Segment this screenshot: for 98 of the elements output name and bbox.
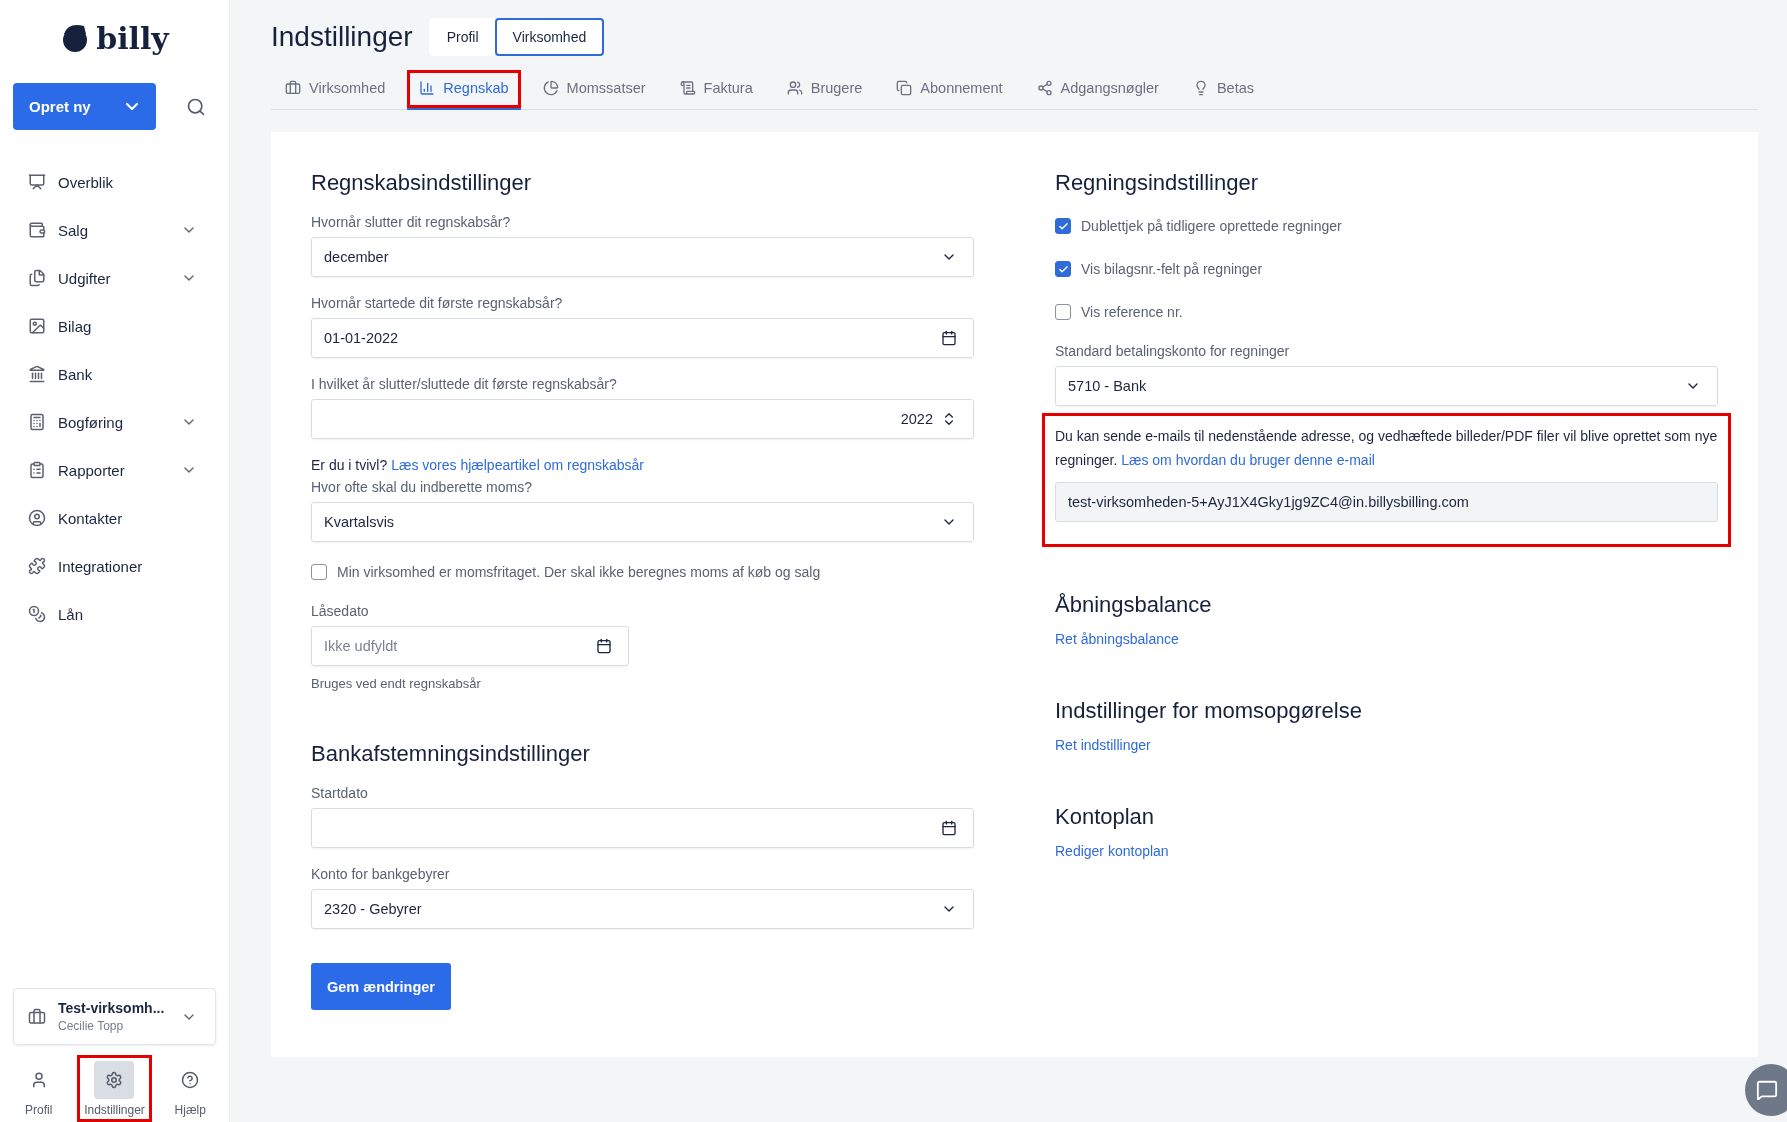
create-new-button[interactable]: Opret ny (13, 83, 156, 130)
nav-item[interactable]: Integrationer (0, 542, 229, 590)
select-field[interactable]: Kvartalsvis (311, 502, 974, 542)
pie-chart-icon (542, 80, 559, 96)
section-heading: Regnskabsindstillinger (311, 170, 533, 196)
chat-icon (1756, 1079, 1778, 1101)
documents-icon (28, 269, 46, 287)
field-label: Låsedato (311, 603, 370, 619)
search-icon[interactable] (186, 96, 206, 117)
user-circle-icon (28, 509, 46, 527)
section-heading: Regningsindstillinger (1055, 170, 1259, 196)
section-heading: Indstillinger for momsopgørelse (1055, 698, 1363, 724)
bottom-nav-item[interactable]: Profil (11, 1055, 66, 1122)
nav-item[interactable]: Bilag (0, 302, 229, 350)
bar-chart-icon (419, 80, 436, 96)
number-field[interactable]: 2022 (311, 399, 974, 439)
nav-item[interactable]: Kontakter (0, 494, 229, 542)
help-link[interactable]: Læs vores hjælpeartikel om regnskabsår (391, 457, 645, 473)
settings-link[interactable]: Rediger kontoplan (1055, 843, 1169, 859)
briefcase-icon (285, 80, 301, 96)
bottom-nav-item[interactable]: Indstillinger (77, 1055, 152, 1122)
email-field[interactable]: test-virksomheden-5+AyJ1X4Gky1jg9ZC4@in.billysbilling.com (1055, 482, 1718, 522)
calendar-icon (941, 820, 957, 836)
settings-icon (105, 1071, 124, 1089)
info-text: Du kan sende e-mails til nedenstående adresse, og vedhæftede billeder/PDF filer vil blive oprettet som nye regninger. Læs om hvordan du bruger denne e-mail (1055, 427, 1718, 470)
presentation-icon (28, 173, 46, 191)
settings-tab[interactable]: Brugere (774, 70, 875, 110)
nav-item[interactable]: Lån (0, 590, 229, 638)
checkbox[interactable] (311, 564, 327, 580)
share-icon (1036, 80, 1053, 96)
field-label: Hvor ofte skal du indberette moms? (311, 479, 533, 495)
settings-tab[interactable]: Abonnement (884, 70, 1015, 110)
chat-button[interactable] (1745, 1064, 1787, 1116)
checkbox-label: Dublettjek på tidligere oprettede regninger (1081, 218, 1342, 234)
date-field[interactable]: 01-01-2022 (311, 318, 974, 358)
field-label: Hvornår slutter dit regnskabsår? (311, 214, 512, 230)
help-link[interactable]: Læs om hvordan du bruger denne e-mail (1121, 452, 1375, 468)
calculator-icon (28, 413, 46, 431)
field-label: Startdato (311, 785, 369, 801)
bank-icon (28, 365, 46, 383)
nav-item[interactable]: Salg (0, 206, 229, 254)
chevron-down-icon (126, 103, 138, 110)
help-icon (181, 1071, 200, 1089)
user-name: Cecilie Topp (58, 1019, 125, 1033)
field-label: Konto for bankgebyrer (311, 866, 451, 882)
check-icon (1057, 263, 1069, 275)
date-field[interactable]: Ikke udfyldt (311, 626, 630, 666)
settings-link[interactable]: Ret åbningsbalance (1055, 631, 1179, 647)
date-field[interactable] (311, 808, 974, 848)
field-label: I hvilket år slutter/sluttede dit første regnskabsår? (311, 376, 618, 392)
image-icon (28, 317, 46, 335)
settings-tab[interactable]: Faktura (667, 70, 765, 110)
select-field[interactable]: december (311, 237, 974, 277)
settings-tab[interactable]: Betas (1180, 70, 1266, 110)
settings-tab[interactable]: Virksomhed (273, 70, 398, 110)
company-switcher[interactable]: Test-virksomh... Cecilie Topp (13, 988, 216, 1045)
settings-tab[interactable]: Momssatser (530, 70, 658, 110)
clipboard-icon (28, 461, 46, 479)
settings-tab[interactable]: Adgangsnøgler (1024, 70, 1171, 110)
checkbox[interactable] (1055, 261, 1071, 277)
section-heading: Åbningsbalance (1055, 592, 1213, 618)
calendar-icon (941, 330, 957, 346)
puzzle-icon (28, 557, 46, 575)
field-label: Standard betalingskonto for regninger (1055, 343, 1291, 359)
checkbox-label: Vis reference nr. (1081, 304, 1183, 320)
field-label: Hvornår startede dit første regnskabsår? (311, 295, 564, 311)
select-field[interactable]: 2320 - Gebyrer (311, 889, 974, 929)
nav-item[interactable]: Bogføring (0, 398, 229, 446)
field-hint: Bruges ved endt regnskabsår (311, 676, 482, 691)
checkbox[interactable] (1055, 304, 1071, 320)
nav-item[interactable]: Udgifter (0, 254, 229, 302)
segment-tab[interactable]: Profil (428, 18, 497, 56)
calendar-icon (596, 638, 613, 654)
section-heading: Kontoplan (1055, 804, 1156, 830)
checkbox[interactable] (1055, 218, 1071, 234)
logo-text: billy (96, 20, 169, 56)
nav-item[interactable]: Overblik (0, 158, 229, 206)
select-field[interactable]: 5710 - Bank (1055, 366, 1718, 406)
section-heading: Bankafstemningsindstillinger (311, 741, 591, 767)
nav-item[interactable]: Rapporter (0, 446, 229, 494)
check-icon (1057, 220, 1069, 232)
document-icon (679, 80, 696, 96)
briefcase-icon (28, 1007, 46, 1026)
segment-tab[interactable]: Virksomhed (494, 18, 605, 56)
bottom-nav-item[interactable]: Hjælp (163, 1055, 218, 1122)
nav-item[interactable]: Bank (0, 350, 229, 398)
settings-link[interactable]: Ret indstillinger (1055, 737, 1151, 753)
company-name: Test-virksomh... (58, 1000, 166, 1016)
copy-icon (896, 80, 913, 96)
coins-icon (28, 605, 46, 623)
settings-tab[interactable]: Regnskab (407, 70, 521, 110)
save-button[interactable]: Gem ændringer (311, 963, 451, 1010)
users-icon (786, 80, 803, 96)
help-text: Er du i tvivl? Læs vores hjælpeartikel om regnskabsår (311, 457, 646, 473)
checkbox-label: Min virksomhed er momsfritaget. Der skal ikke beregnes moms af køb og salg (337, 564, 821, 580)
page-title: Indstillinger (271, 21, 413, 53)
wallet-icon (28, 221, 46, 239)
checkbox-label: Vis bilagsnr.-felt på regninger (1081, 261, 1263, 277)
